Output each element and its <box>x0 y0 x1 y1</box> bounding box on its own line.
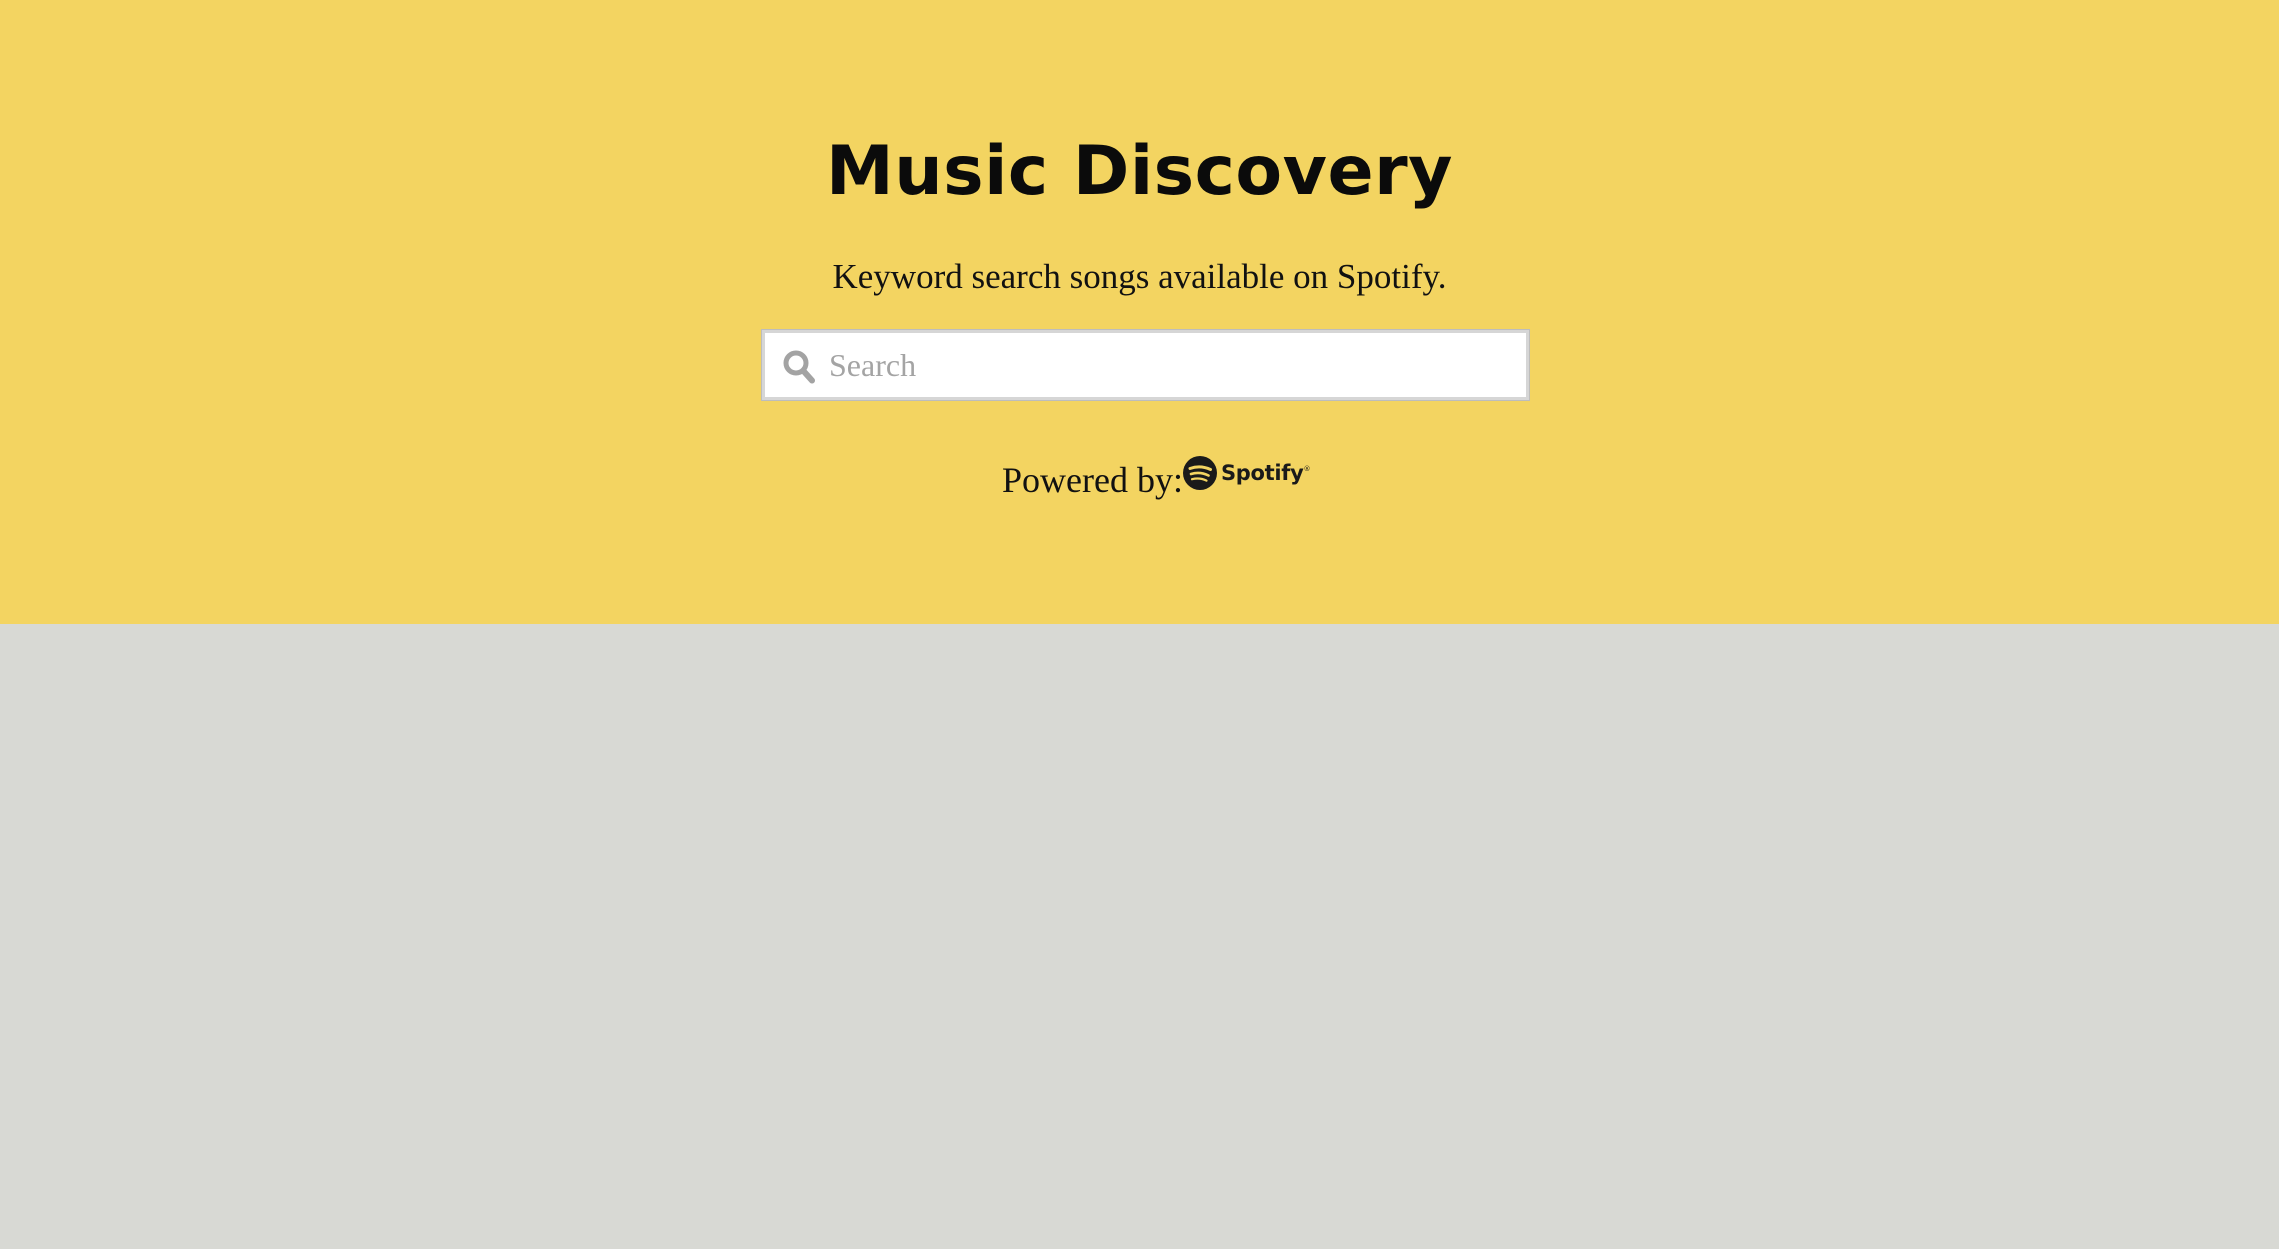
spotify-logo-icon <box>1182 456 1217 490</box>
powered-by: Powered by: Spotify ® <box>1002 455 1311 505</box>
search-box[interactable] <box>761 329 1530 401</box>
content-area <box>0 624 2279 1249</box>
spotify-logo: Spotify ® <box>1182 455 1311 491</box>
page-subtitle: Keyword search songs available on Spotif… <box>832 257 1447 296</box>
spotify-logo-text: Spotify <box>1220 461 1304 485</box>
hero-banner: Music Discovery Keyword search songs ava… <box>0 0 2279 624</box>
spotify-trademark: ® <box>1303 465 1311 473</box>
search-input[interactable] <box>819 333 1519 397</box>
search-icon <box>783 350 815 384</box>
powered-by-label: Powered by: <box>1002 460 1183 500</box>
page-title: Music Discovery <box>826 132 1453 211</box>
